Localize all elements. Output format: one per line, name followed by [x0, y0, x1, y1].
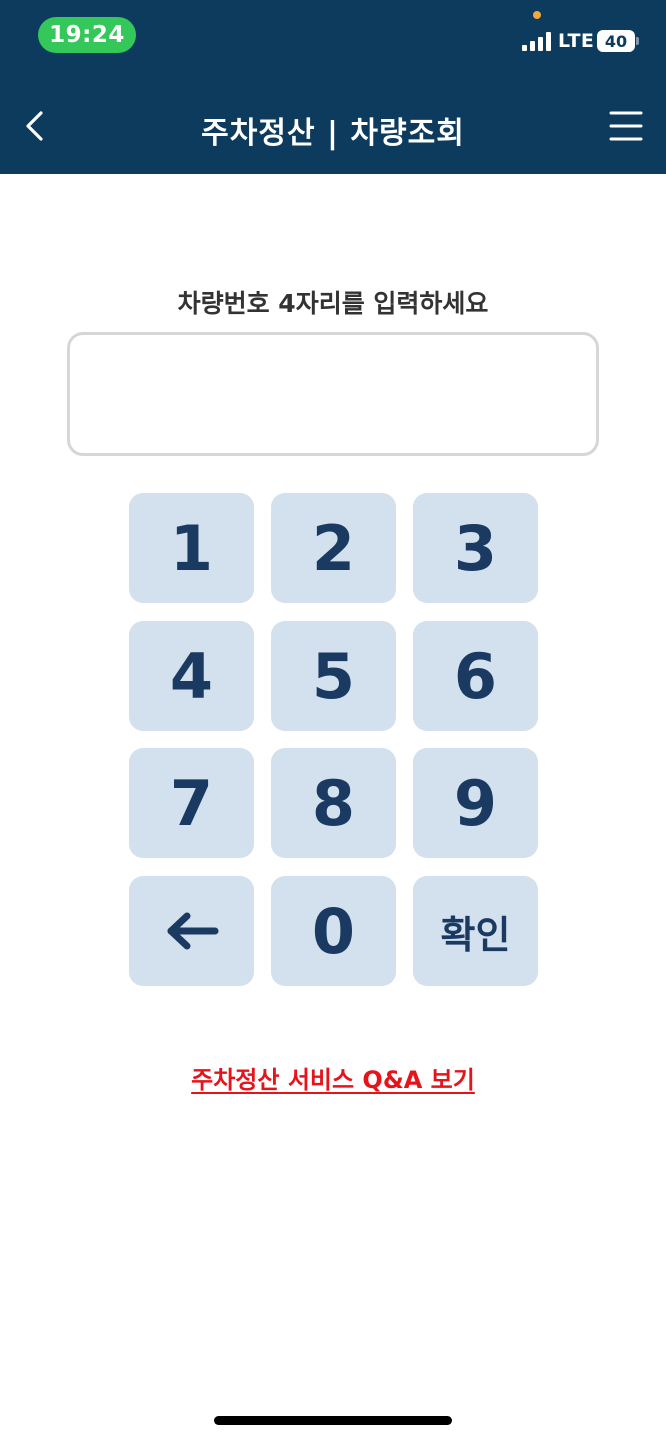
cellular-signal-icon	[522, 32, 552, 51]
parking-app-screen: 19:24 LTE 40 주차정산 | 차량조회 차량번호 4자리를 입력하세요…	[0, 0, 666, 1440]
parking-qa-link[interactable]: 주차정산 서비스 Q&A 보기	[191, 1066, 475, 1094]
input-prompt: 차량번호 4자리를 입력하세요	[177, 289, 489, 318]
key-1[interactable]: 1	[129, 493, 254, 603]
key-2[interactable]: 2	[271, 493, 396, 603]
page-title: 주차정산 | 차량조회	[201, 116, 465, 151]
key-5[interactable]: 5	[271, 621, 396, 731]
key-0[interactable]: 0	[271, 876, 396, 986]
key-3[interactable]: 3	[413, 493, 538, 603]
home-indicator[interactable]	[214, 1416, 452, 1425]
battery-level: 40	[597, 30, 635, 52]
status-bar: 19:24 LTE 40	[0, 0, 666, 80]
arrow-left-icon	[167, 912, 218, 950]
battery-icon: 40	[597, 30, 639, 52]
key-6[interactable]: 6	[413, 621, 538, 731]
battery-cap	[636, 37, 639, 45]
number-keypad: 1 2 3 4 5 6 7 8 9 0 확인	[129, 493, 538, 986]
status-time[interactable]: 19:24	[38, 17, 136, 53]
microphone-indicator-icon	[533, 11, 541, 19]
key-9[interactable]: 9	[413, 748, 538, 858]
plate-number-input[interactable]	[67, 332, 599, 456]
navigation-bar: 주차정산 | 차량조회	[0, 80, 666, 174]
backspace-button[interactable]	[129, 876, 254, 986]
network-type: LTE	[558, 30, 595, 52]
menu-button[interactable]	[606, 106, 646, 146]
key-4[interactable]: 4	[129, 621, 254, 731]
key-7[interactable]: 7	[129, 748, 254, 858]
qa-link-container: 주차정산 서비스 Q&A 보기	[0, 1060, 666, 1095]
hamburger-menu-icon	[609, 111, 643, 141]
confirm-button[interactable]: 확인	[413, 876, 538, 986]
key-8[interactable]: 8	[271, 748, 396, 858]
app-header: 19:24 LTE 40 주차정산 | 차량조회	[0, 0, 666, 174]
